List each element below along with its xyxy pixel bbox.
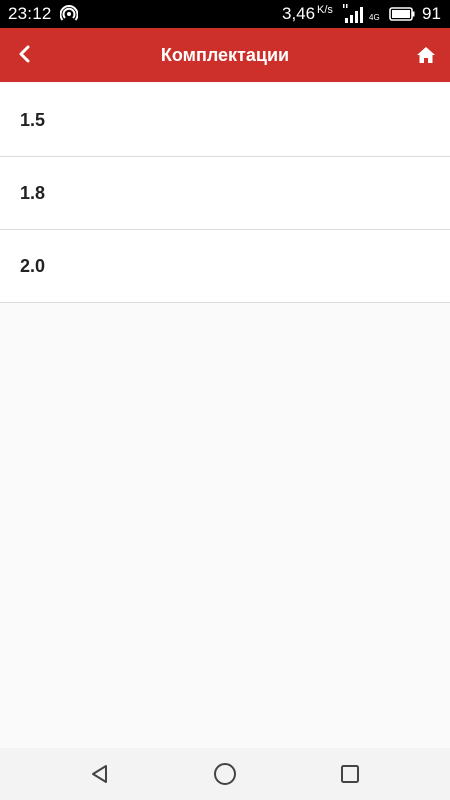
- home-button[interactable]: [412, 41, 440, 69]
- list-item[interactable]: 1.5: [0, 84, 450, 157]
- list-item-label: 1.5: [20, 110, 46, 130]
- network-speed: 3,46: [282, 4, 316, 23]
- system-nav-bar: [0, 748, 450, 800]
- signal-icon: [343, 4, 369, 24]
- circle-home-icon: [214, 763, 236, 785]
- square-recents-icon: [341, 765, 359, 783]
- page-title: Комплектации: [160, 45, 290, 65]
- battery-icon: [389, 7, 415, 21]
- home-icon: [417, 47, 435, 63]
- nav-recents-button[interactable]: [336, 760, 364, 788]
- list-item-label: 1.8: [20, 183, 46, 203]
- list-item-label: 2.0: [20, 256, 46, 276]
- battery-level: 91: [422, 4, 441, 23]
- app-bar: Комплектации: [0, 28, 450, 82]
- nav-home-button[interactable]: [211, 760, 239, 788]
- status-bar: 23:12 3,46 K/s 4G 91: [0, 0, 450, 28]
- trim-list: 1.5 1.8 2.0: [0, 84, 450, 303]
- list-item[interactable]: 1.8: [0, 157, 450, 230]
- status-time: 23:12: [8, 4, 52, 23]
- network-type: 4G: [369, 13, 380, 22]
- triangle-back-icon: [92, 765, 107, 783]
- hotspot-icon: [59, 5, 79, 23]
- network-speed-unit: K/s: [317, 4, 333, 16]
- list-item[interactable]: 2.0: [0, 230, 450, 303]
- nav-back-button[interactable]: [86, 760, 114, 788]
